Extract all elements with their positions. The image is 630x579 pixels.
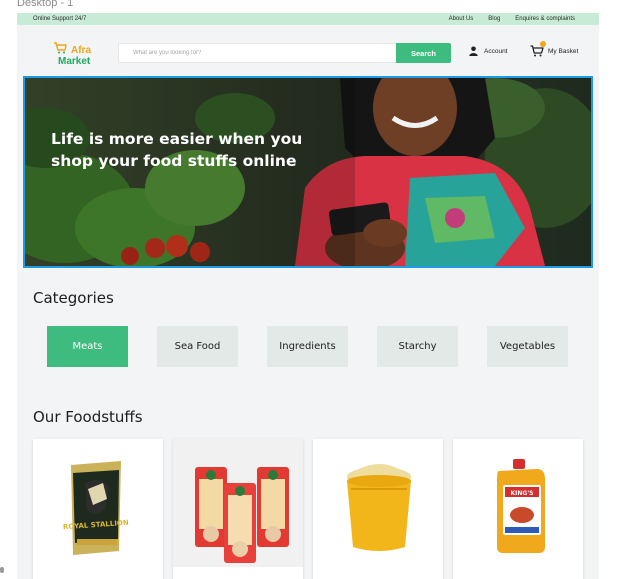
product-card[interactable] (173, 439, 303, 579)
product-grid: ROYAL STALLION KING'S (33, 439, 583, 579)
user-icon (469, 46, 478, 56)
foodstuffs-heading: Our Foodstuffs (33, 408, 143, 426)
oil-brand-text: KING'S (511, 490, 534, 497)
top-support-bar: Online Support 24/7 About Us Blog Enquir… (17, 13, 599, 25)
category-sea-food-button[interactable]: Sea Food (157, 326, 238, 367)
garri-bucket-image (313, 439, 443, 567)
hero-photo-woman-shopping-on-phone (25, 78, 591, 266)
afra-market-logo[interactable]: Afra Market (51, 40, 101, 67)
account-link[interactable]: Account (469, 46, 508, 56)
basket-label: My Basket (548, 47, 579, 55)
enquiries-link[interactable]: Enquires & complaints (515, 16, 575, 22)
about-us-link[interactable]: About Us (449, 16, 474, 22)
spaghetti-packs-image (173, 439, 303, 567)
online-support-text: Online Support 24/7 (33, 16, 87, 22)
hero-headline-line-2: shop your food stuffs online (51, 152, 297, 170)
logo-text-afra: Afra (71, 45, 92, 56)
product-card[interactable]: ROYAL STALLION (33, 439, 163, 579)
shopping-cart-logo-icon (54, 42, 67, 54)
vegetable-oil-jerrycan-image: KING'S (453, 439, 583, 567)
artboard-label: Desktop - 1 (17, 0, 74, 9)
category-ingredients-button[interactable]: Ingredients (267, 326, 348, 367)
search-button[interactable]: Search (396, 43, 451, 63)
hero-headline: Life is more easier when you shop your f… (51, 128, 371, 172)
product-card[interactable]: KING'S (453, 439, 583, 579)
hero-banner: Life is more easier when you shop your f… (23, 76, 593, 268)
blog-link[interactable]: Blog (488, 16, 500, 22)
my-basket-link[interactable]: My Basket (530, 41, 579, 57)
canvas-edge-marker (0, 567, 4, 573)
logo-text-market: Market (58, 56, 91, 67)
product-card[interactable] (313, 439, 443, 579)
category-starchy-button[interactable]: Starchy (377, 326, 458, 367)
categories-heading: Categories (33, 289, 114, 307)
category-list: Meats Sea Food Ingredients Starchy Veget… (47, 326, 568, 367)
page-frame: Online Support 24/7 About Us Blog Enquir… (17, 13, 599, 579)
search-input[interactable] (119, 44, 397, 62)
basket-count-badge (540, 41, 546, 47)
account-label: Account (484, 47, 508, 55)
top-links: About Us Blog Enquires & complaints (449, 16, 575, 22)
category-meats-button[interactable]: Meats (47, 326, 128, 367)
basket-icon-wrap (530, 41, 546, 57)
rice-bag-image: ROYAL STALLION (33, 439, 163, 567)
hero-headline-line-1: Life is more easier when you (51, 130, 303, 148)
site-header: Afra Market Search Account My (17, 25, 599, 75)
search-bar: Search (118, 43, 451, 63)
category-vegetables-button[interactable]: Vegetables (487, 326, 568, 367)
